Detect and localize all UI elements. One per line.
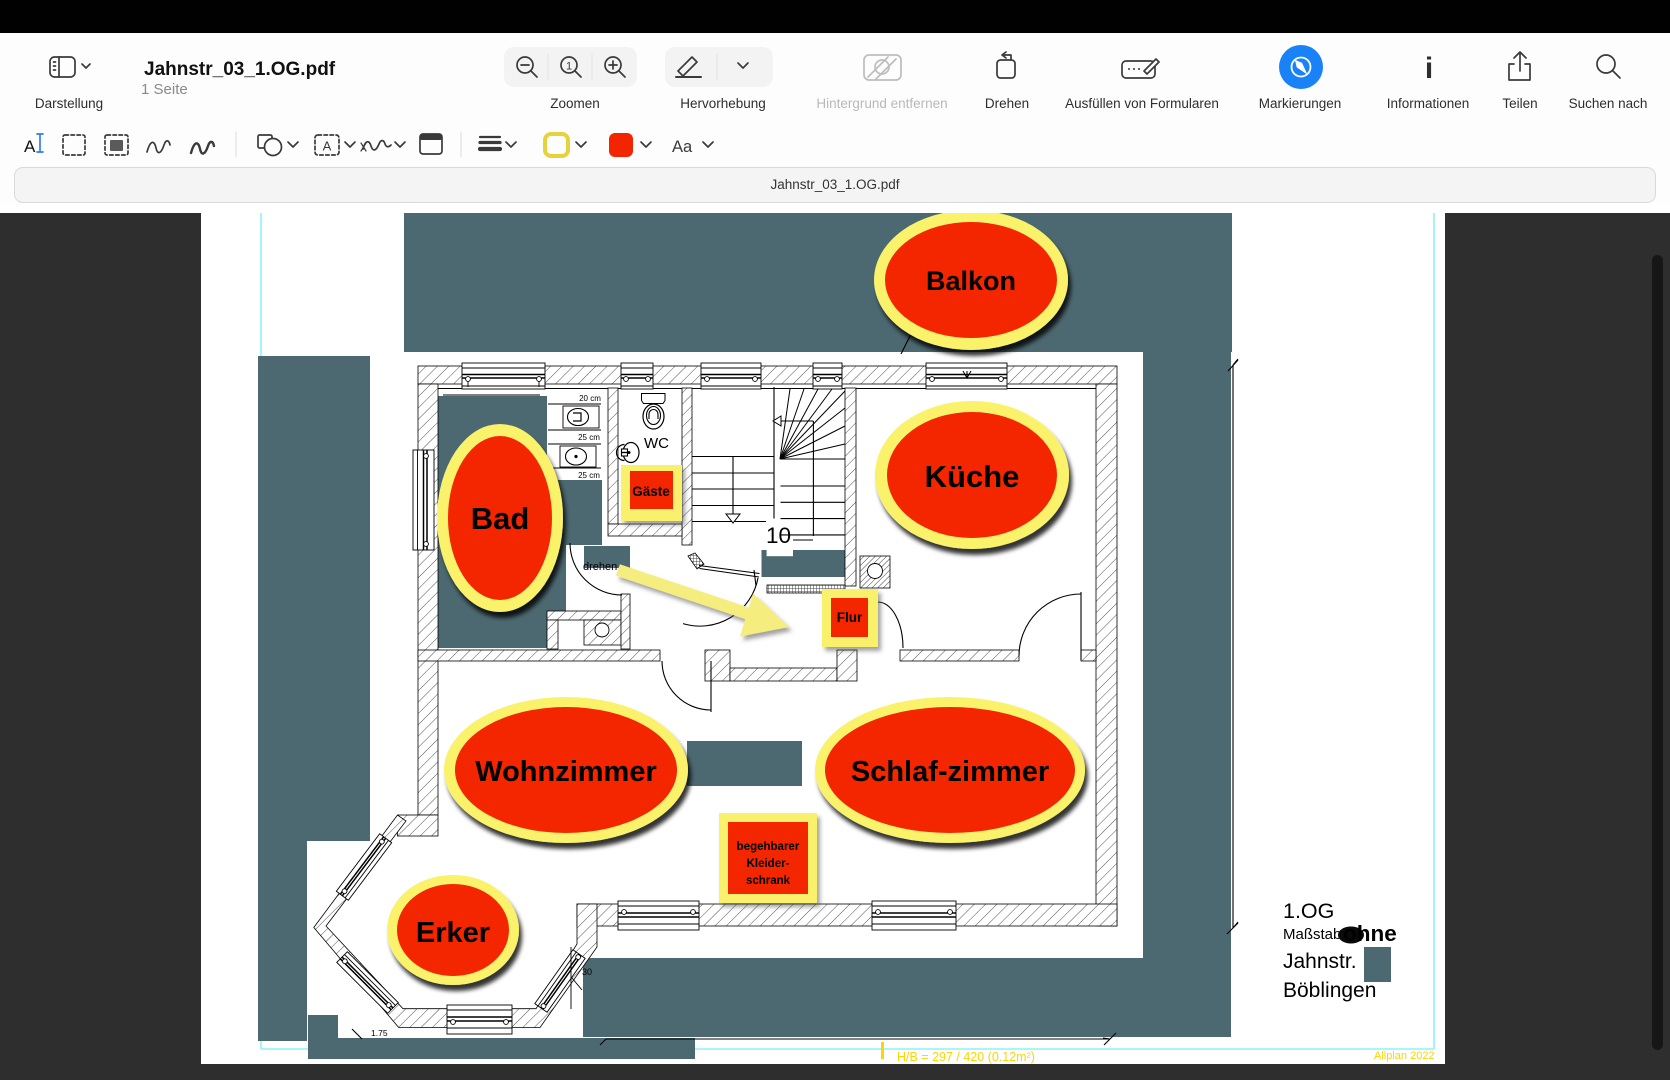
svg-text:A: A: [24, 137, 36, 156]
svg-text:20 cm: 20 cm: [579, 394, 601, 403]
svg-text:Schlaf-zimmer: Schlaf-zimmer: [851, 756, 1049, 788]
svg-text:1.75: 1.75: [371, 1028, 388, 1038]
svg-text:25 cm: 25 cm: [578, 433, 600, 442]
svg-text:Bad: Bad: [471, 501, 530, 536]
svg-text:Allplan 2022: Allplan 2022: [1374, 1050, 1435, 1062]
svg-text:Jahnstr. 1: Jahnstr. 1: [1283, 950, 1374, 973]
svg-text:drehen: drehen: [583, 561, 617, 573]
svg-text:WC: WC: [644, 435, 669, 452]
svg-text:ohne: ohne: [1343, 921, 1397, 946]
svg-text:Balkon: Balkon: [926, 266, 1016, 296]
svg-text:Küche: Küche: [925, 459, 1020, 494]
svg-text:1.OG: 1.OG: [1283, 899, 1334, 923]
svg-text:1: 1: [566, 61, 572, 73]
svg-text:Maßstab: Maßstab: [1283, 926, 1341, 943]
svg-text:Erker: Erker: [416, 917, 490, 949]
svg-text:10: 10: [766, 523, 791, 548]
svg-text:Wohnzimmer: Wohnzimmer: [475, 756, 657, 788]
svg-text:Flur: Flur: [837, 610, 863, 625]
svg-text:30: 30: [582, 967, 592, 977]
svg-text:25 cm: 25 cm: [578, 471, 600, 480]
svg-text:Kleider-: Kleider-: [747, 858, 790, 870]
svg-text:begehbarer: begehbarer: [737, 841, 800, 853]
svg-text:i: i: [1425, 52, 1433, 85]
svg-text:Böblingen: Böblingen: [1283, 979, 1376, 1002]
svg-text:Gäste: Gäste: [632, 484, 670, 499]
svg-text:A: A: [323, 139, 332, 154]
svg-text:Aa: Aa: [672, 138, 693, 156]
svg-text:H/B = 297 / 420 (0.12m²): H/B = 297 / 420 (0.12m²): [897, 1050, 1035, 1064]
svg-text:schrank: schrank: [746, 875, 791, 887]
